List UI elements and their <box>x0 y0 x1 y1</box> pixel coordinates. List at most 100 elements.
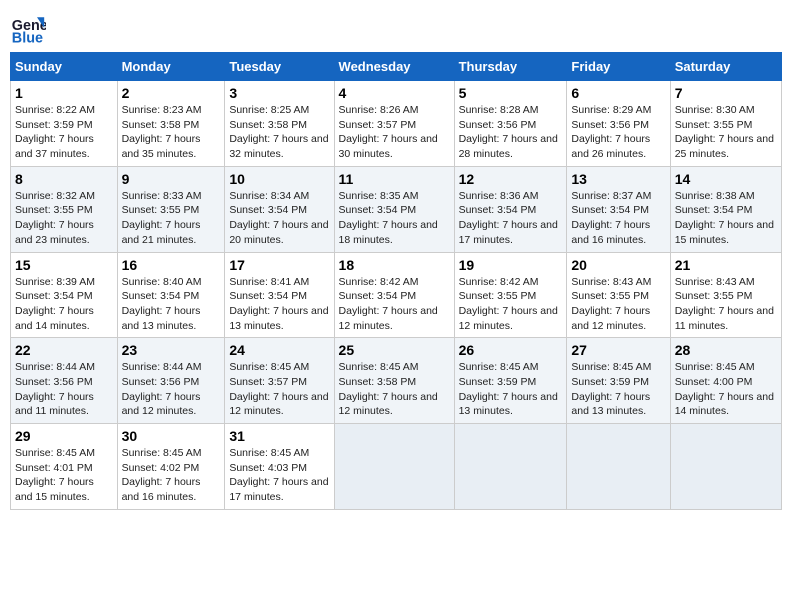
day-number: 9 <box>122 171 221 187</box>
day-number: 21 <box>675 257 777 273</box>
header-monday: Monday <box>117 53 225 81</box>
day-number: 23 <box>122 342 221 358</box>
day-info: Sunrise: 8:42 AMSunset: 3:54 PMDaylight:… <box>339 275 450 334</box>
day-cell: 1 Sunrise: 8:22 AMSunset: 3:59 PMDaylight… <box>11 81 118 167</box>
day-cell: 15 Sunrise: 8:39 AMSunset: 3:54 PMDayligh… <box>11 252 118 338</box>
day-cell: 9 Sunrise: 8:33 AMSunset: 3:55 PMDaylight… <box>117 166 225 252</box>
header-saturday: Saturday <box>670 53 781 81</box>
day-info: Sunrise: 8:26 AMSunset: 3:57 PMDaylight:… <box>339 103 450 162</box>
day-number: 20 <box>571 257 665 273</box>
day-number: 28 <box>675 342 777 358</box>
day-info: Sunrise: 8:37 AMSunset: 3:54 PMDaylight:… <box>571 189 665 248</box>
header-sunday: Sunday <box>11 53 118 81</box>
day-number: 12 <box>459 171 563 187</box>
header-wednesday: Wednesday <box>334 53 454 81</box>
day-number: 3 <box>229 85 329 101</box>
day-info: Sunrise: 8:43 AMSunset: 3:55 PMDaylight:… <box>571 275 665 334</box>
day-number: 4 <box>339 85 450 101</box>
day-number: 22 <box>15 342 113 358</box>
day-number: 16 <box>122 257 221 273</box>
day-info: Sunrise: 8:44 AMSunset: 3:56 PMDaylight:… <box>15 360 113 419</box>
day-number: 18 <box>339 257 450 273</box>
day-cell: 29Sunrise: 8:45 AMSunset: 4:01 PMDayligh… <box>11 424 118 510</box>
day-info: Sunrise: 8:30 AMSunset: 3:55 PMDaylight:… <box>675 103 777 162</box>
day-cell: 17 Sunrise: 8:41 AMSunset: 3:54 PMDayligh… <box>225 252 334 338</box>
day-info: Sunrise: 8:43 AMSunset: 3:55 PMDaylight:… <box>675 275 777 334</box>
day-info: Sunrise: 8:41 AMSunset: 3:54 PMDaylight:… <box>229 275 329 334</box>
week-row-5: 29Sunrise: 8:45 AMSunset: 4:01 PMDayligh… <box>11 424 782 510</box>
day-info: Sunrise: 8:25 AMSunset: 3:58 PMDaylight:… <box>229 103 329 162</box>
day-cell: 28 Sunrise: 8:45 AMSunset: 4:00 PMDayligh… <box>670 338 781 424</box>
day-info: Sunrise: 8:22 AMSunset: 3:59 PMDaylight:… <box>15 103 113 162</box>
day-number: 27 <box>571 342 665 358</box>
day-cell: 23 Sunrise: 8:44 AMSunset: 3:56 PMDayligh… <box>117 338 225 424</box>
day-cell: 30Sunrise: 8:45 AMSunset: 4:02 PMDayligh… <box>117 424 225 510</box>
day-info: Sunrise: 8:38 AMSunset: 3:54 PMDaylight:… <box>675 189 777 248</box>
day-cell: 16Sunrise: 8:40 AMSunset: 3:54 PMDayligh… <box>117 252 225 338</box>
day-cell: 20 Sunrise: 8:43 AMSunset: 3:55 PMDayligh… <box>567 252 670 338</box>
day-cell: 10 Sunrise: 8:34 AMSunset: 3:54 PMDayligh… <box>225 166 334 252</box>
day-info: Sunrise: 8:36 AMSunset: 3:54 PMDaylight:… <box>459 189 563 248</box>
day-number: 13 <box>571 171 665 187</box>
day-info: Sunrise: 8:45 AMSunset: 3:58 PMDaylight:… <box>339 360 450 419</box>
day-cell: 7 Sunrise: 8:30 AMSunset: 3:55 PMDaylight… <box>670 81 781 167</box>
day-info: Sunrise: 8:23 AMSunset: 3:58 PMDaylight:… <box>122 103 221 162</box>
day-number: 7 <box>675 85 777 101</box>
week-row-2: 8Sunrise: 8:32 AMSunset: 3:55 PMDaylight… <box>11 166 782 252</box>
day-cell: 26Sunrise: 8:45 AMSunset: 3:59 PMDayligh… <box>454 338 567 424</box>
calendar-header-row: SundayMondayTuesdayWednesdayThursdayFrid… <box>11 53 782 81</box>
day-number: 19 <box>459 257 563 273</box>
day-cell: 31Sunrise: 8:45 AMSunset: 4:03 PMDayligh… <box>225 424 334 510</box>
calendar-table: SundayMondayTuesdayWednesdayThursdayFrid… <box>10 52 782 510</box>
day-info: Sunrise: 8:45 AMSunset: 3:59 PMDaylight:… <box>459 360 563 419</box>
day-info: Sunrise: 8:45 AMSunset: 4:03 PMDaylight:… <box>229 446 329 505</box>
day-info: Sunrise: 8:45 AMSunset: 4:00 PMDaylight:… <box>675 360 777 419</box>
day-cell: 6 Sunrise: 8:29 AMSunset: 3:56 PMDaylight… <box>567 81 670 167</box>
day-number: 30 <box>122 428 221 444</box>
logo: General Blue <box>10 10 46 46</box>
day-number: 10 <box>229 171 329 187</box>
day-cell: 5 Sunrise: 8:28 AMSunset: 3:56 PMDaylight… <box>454 81 567 167</box>
week-row-3: 15 Sunrise: 8:39 AMSunset: 3:54 PMDayligh… <box>11 252 782 338</box>
day-info: Sunrise: 8:28 AMSunset: 3:56 PMDaylight:… <box>459 103 563 162</box>
day-cell: 13 Sunrise: 8:37 AMSunset: 3:54 PMDayligh… <box>567 166 670 252</box>
day-number: 5 <box>459 85 563 101</box>
day-info: Sunrise: 8:34 AMSunset: 3:54 PMDaylight:… <box>229 189 329 248</box>
header-friday: Friday <box>567 53 670 81</box>
day-number: 2 <box>122 85 221 101</box>
day-number: 15 <box>15 257 113 273</box>
day-number: 1 <box>15 85 113 101</box>
day-number: 17 <box>229 257 329 273</box>
day-cell: 18 Sunrise: 8:42 AMSunset: 3:54 PMDayligh… <box>334 252 454 338</box>
day-cell: 3 Sunrise: 8:25 AMSunset: 3:58 PMDaylight… <box>225 81 334 167</box>
day-cell: 19 Sunrise: 8:42 AMSunset: 3:55 PMDayligh… <box>454 252 567 338</box>
day-cell: 24 Sunrise: 8:45 AMSunset: 3:57 PMDayligh… <box>225 338 334 424</box>
day-info: Sunrise: 8:42 AMSunset: 3:55 PMDaylight:… <box>459 275 563 334</box>
day-cell: 21 Sunrise: 8:43 AMSunset: 3:55 PMDayligh… <box>670 252 781 338</box>
page-header: General Blue <box>10 10 782 46</box>
day-number: 25 <box>339 342 450 358</box>
day-number: 14 <box>675 171 777 187</box>
day-info: Sunrise: 8:45 AMSunset: 3:59 PMDaylight:… <box>571 360 665 419</box>
day-cell: 4 Sunrise: 8:26 AMSunset: 3:57 PMDaylight… <box>334 81 454 167</box>
day-number: 11 <box>339 171 450 187</box>
day-info: Sunrise: 8:39 AMSunset: 3:54 PMDaylight:… <box>15 275 113 334</box>
day-cell: 2 Sunrise: 8:23 AMSunset: 3:58 PMDaylight… <box>117 81 225 167</box>
day-number: 29 <box>15 428 113 444</box>
day-info: Sunrise: 8:33 AMSunset: 3:55 PMDaylight:… <box>122 189 221 248</box>
day-cell: 8Sunrise: 8:32 AMSunset: 3:55 PMDaylight… <box>11 166 118 252</box>
day-cell: 27 Sunrise: 8:45 AMSunset: 3:59 PMDayligh… <box>567 338 670 424</box>
day-cell <box>670 424 781 510</box>
day-number: 6 <box>571 85 665 101</box>
day-cell: 11Sunrise: 8:35 AMSunset: 3:54 PMDayligh… <box>334 166 454 252</box>
week-row-1: 1 Sunrise: 8:22 AMSunset: 3:59 PMDaylight… <box>11 81 782 167</box>
day-cell <box>334 424 454 510</box>
day-cell <box>567 424 670 510</box>
day-info: Sunrise: 8:32 AMSunset: 3:55 PMDaylight:… <box>15 189 113 248</box>
day-cell <box>454 424 567 510</box>
day-info: Sunrise: 8:44 AMSunset: 3:56 PMDaylight:… <box>122 360 221 419</box>
day-number: 24 <box>229 342 329 358</box>
day-info: Sunrise: 8:29 AMSunset: 3:56 PMDaylight:… <box>571 103 665 162</box>
logo-icon: General Blue <box>10 10 46 46</box>
day-info: Sunrise: 8:45 AMSunset: 3:57 PMDaylight:… <box>229 360 329 419</box>
